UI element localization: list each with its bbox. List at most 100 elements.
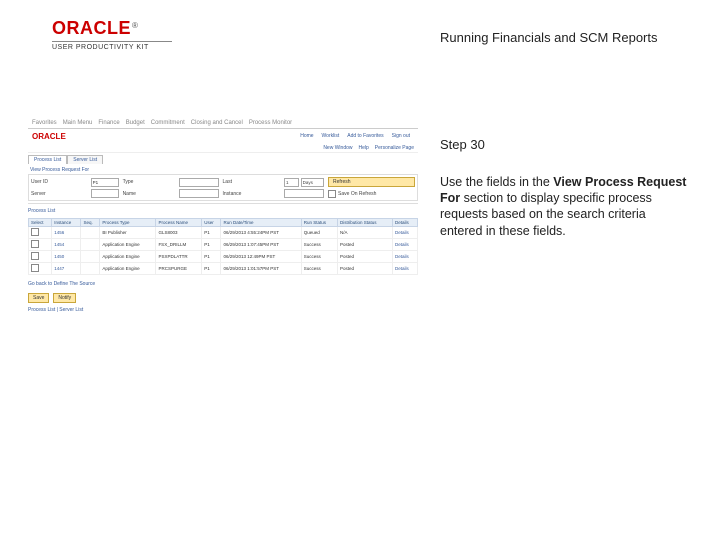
table-cell: 06/29/2013 12:49PM PST	[221, 251, 301, 263]
table-cell	[29, 227, 52, 239]
input-instance	[284, 189, 324, 198]
table-cell: 06/29/2013 1:07:45PM PST	[221, 239, 301, 251]
crumb: Closing and Cancel	[191, 120, 243, 126]
table-cell: 1450	[52, 251, 81, 263]
embedded-screenshot: Favorites Main Menu Finance Budget Commi…	[28, 118, 418, 288]
table-cell: PSXPDLATTR	[156, 251, 202, 263]
table-cell: Application Engine	[100, 239, 156, 251]
checkbox-icon	[31, 228, 39, 236]
shot-oracle-logo: ORACLE	[32, 132, 66, 141]
table-cell: Application Engine	[100, 263, 156, 275]
table-cell: P1	[202, 227, 221, 239]
checkbox-icon	[31, 240, 39, 248]
crumb: Finance	[98, 120, 119, 126]
checkbox-icon	[31, 252, 39, 260]
lbl-type: Type	[123, 179, 175, 185]
input-userid: P1	[91, 178, 119, 187]
table-cell	[81, 251, 100, 263]
tab-process-list: Process List	[28, 155, 67, 164]
table-cell: 06/29/2013 1:01:57PM PST	[221, 263, 301, 275]
table-cell	[29, 251, 52, 263]
input-name	[179, 189, 219, 198]
table-cell: 06/29/2013 4:55:24PM PST	[221, 227, 301, 239]
th: Instance	[52, 219, 81, 227]
table-cell: Posted	[337, 239, 392, 251]
table-cell: N/A	[337, 227, 392, 239]
table-cell	[81, 263, 100, 275]
th: Run Status	[301, 219, 337, 227]
th: Process Type	[100, 219, 156, 227]
crumb: Budget	[126, 120, 145, 126]
footer-buttons: Save Notify	[28, 293, 418, 303]
sub-links: New Window Help Personalize Page	[28, 143, 418, 153]
lbl-server: Server	[31, 191, 87, 197]
th: Select	[29, 219, 52, 227]
table-cell: P1	[202, 239, 221, 251]
input-lastn: 1	[284, 178, 299, 187]
table-cell: Details	[393, 263, 418, 275]
instr-post: section to display specific process requ…	[440, 191, 652, 238]
save-button: Save	[28, 293, 49, 303]
right-column: Running Financials and SCM Reports Step …	[440, 30, 690, 239]
table-cell	[29, 239, 52, 251]
crumb: Favorites	[32, 120, 57, 126]
sub-link: Personalize Page	[375, 145, 414, 151]
go-back-link: Go back to Define The Source	[28, 281, 418, 287]
sub-link: New Window	[323, 145, 352, 151]
oracle-logo: ORACLE® USER PRODUCTIVITY KIT	[52, 18, 172, 51]
tabs: Process List Server List	[28, 155, 418, 164]
table-cell: Posted	[337, 251, 392, 263]
table-cell: Success	[301, 263, 337, 275]
lbl-userid: User ID	[31, 179, 87, 185]
table-cell: GLS8003	[156, 227, 202, 239]
crumb: Process Monitor	[249, 120, 292, 126]
th: Details	[393, 219, 418, 227]
crumb: Commitment	[151, 120, 185, 126]
table-cell: Details	[393, 227, 418, 239]
save-on-refresh: Save On Refresh	[328, 190, 415, 198]
process-table: Select Instance Seq. Process Type Proces…	[28, 218, 418, 275]
table-cell: 1454	[52, 239, 81, 251]
menu-link: Add to Favorites	[347, 133, 383, 139]
sub-link: Help	[359, 145, 369, 151]
table-cell	[81, 227, 100, 239]
th: Run Date/Time	[221, 219, 301, 227]
table-cell: Posted	[337, 263, 392, 275]
table-cell: Success	[301, 239, 337, 251]
crumb: Main Menu	[63, 120, 93, 126]
table-cell: BI Publisher	[100, 227, 156, 239]
table-cell: P1	[202, 251, 221, 263]
footer-tabs: Process List | Server List	[28, 307, 418, 313]
filter-form: User ID P1 Type Last 1 Days Refresh Serv…	[28, 174, 418, 201]
checkbox-icon	[31, 264, 39, 272]
logo-tm: ®	[132, 21, 138, 30]
lbl-name: Name	[123, 191, 175, 197]
process-list-title: Process List	[28, 208, 418, 214]
table-cell	[29, 263, 52, 275]
table-cell: Success	[301, 251, 337, 263]
menu-link: Sign out	[392, 133, 410, 139]
input-lastunit: Days	[301, 178, 324, 187]
table-cell: Details	[393, 251, 418, 263]
th: Seq.	[81, 219, 100, 227]
table-row: 1447 Application EnginePRCSPURGEP106/29/2…	[29, 263, 418, 275]
table-cell: P1	[202, 263, 221, 275]
menu-link: Worklist	[322, 133, 340, 139]
menu-link: Home	[300, 133, 313, 139]
table-cell	[81, 239, 100, 251]
lbl-instance: Instance	[223, 191, 281, 197]
table-cell: PRCSPURGE	[156, 263, 202, 275]
table-row: 1454Application EngineFSX_DRILLMP106/29/…	[29, 239, 418, 251]
th: Distribution Status	[337, 219, 392, 227]
logo-subtitle: USER PRODUCTIVITY KIT	[52, 41, 172, 51]
logo-brand: ORACLE	[52, 18, 131, 38]
table-cell: Queued	[301, 227, 337, 239]
table-cell: 1456	[52, 227, 81, 239]
table-row: 1450 Application EnginePSXPDLATTRP106/29/…	[29, 251, 418, 263]
tab-server-list: Server List	[67, 155, 103, 164]
instruction-text: Use the fields in the View Process Reque…	[440, 174, 690, 239]
table-cell: Application Engine	[100, 251, 156, 263]
input-server	[91, 189, 119, 198]
table-cell: 1447	[52, 263, 81, 275]
th: User	[202, 219, 221, 227]
